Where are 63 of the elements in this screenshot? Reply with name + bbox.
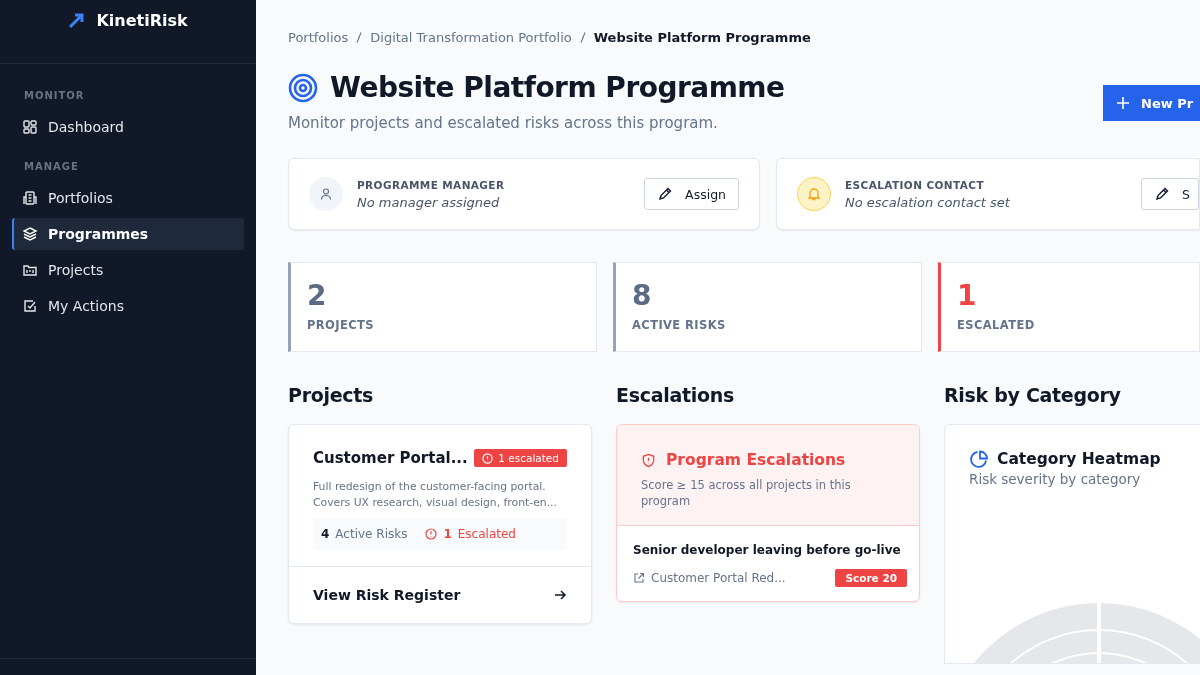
project-description: Full redesign of the customer-facing portal. Covers UX research, visual design, front-en... <box>313 479 558 511</box>
alert-icon <box>425 528 438 541</box>
contact-label: PROGRAMME MANAGER <box>357 178 506 191</box>
breadcrumb-separator <box>579 32 586 43</box>
project-name: Customer Portal... <box>313 449 468 467</box>
project-link[interactable]: Customer Portal Red... <box>633 571 786 585</box>
sidebar-item[interactable]: My Actions <box>12 290 244 322</box>
shield-icon <box>641 452 656 468</box>
risk-title: Senior developer leaving before go-live <box>633 542 902 559</box>
breadcrumb-link[interactable]: Digital Transformation Portfolio <box>370 30 572 45</box>
person-icon <box>309 177 343 211</box>
section-heading: MONITOR <box>23 89 86 103</box>
external-link-icon <box>633 572 645 584</box>
target-icon <box>288 72 318 103</box>
sidebar-item[interactable]: Programmes <box>12 218 244 250</box>
page-subtitle: Monitor projects and escalated risks across this program. <box>288 114 719 132</box>
breadcrumb-current: Website Platform Programme <box>593 30 811 45</box>
escalated-badge: 1 escalated <box>474 449 567 467</box>
plus-icon <box>1117 97 1129 109</box>
bell-icon <box>797 177 831 211</box>
sidebar-item[interactable]: Projects <box>12 254 244 286</box>
grid-icon <box>22 119 38 135</box>
arrow-logo-icon <box>68 11 87 29</box>
sidebar-item[interactable]: Portfolios <box>12 182 244 214</box>
escalated-count: 1 <box>443 527 452 542</box>
section-title: Escalations <box>616 384 735 406</box>
stat-label: ACTIVE RISKS <box>632 318 727 332</box>
breadcrumb-separator <box>356 32 363 43</box>
stat-value: 8 <box>632 279 653 312</box>
contact-label: ESCALATION CONTACT <box>845 178 985 191</box>
brand-name: KinetiRisk <box>96 10 188 30</box>
checkbox-icon <box>22 298 38 314</box>
contact-value: No manager assigned <box>357 194 501 210</box>
sidebar-item[interactable]: Dashboard <box>12 111 244 143</box>
pie-chart-icon <box>969 449 989 469</box>
section-heading: MANAGE <box>23 160 80 174</box>
edit-button[interactable]: S <box>1141 178 1199 210</box>
section-title: Risk by Category <box>944 384 1122 406</box>
pencil-icon <box>657 186 674 202</box>
stat-value: 1 <box>957 279 978 312</box>
escalated-label: Escalated <box>457 527 516 542</box>
card-subtitle: Risk severity by category <box>969 471 1142 487</box>
stat-label: ESCALATED <box>957 318 1036 332</box>
layers-icon <box>22 226 38 242</box>
risk-count: 4 <box>321 527 330 542</box>
stat-value: 2 <box>307 279 328 312</box>
page-title: Website Platform Programme <box>330 71 785 104</box>
contact-value: No escalation contact set <box>845 194 1011 210</box>
new-project-button[interactable]: New Pr <box>1103 85 1200 121</box>
panel-subtitle: Score ≥ 15 across all projects in this program <box>641 477 852 510</box>
folder-icon <box>22 262 38 278</box>
score-badge: Score 20 <box>835 569 907 587</box>
breadcrumb-link[interactable]: Portfolios <box>288 30 349 45</box>
pencil-icon <box>1154 186 1171 202</box>
panel-title: Program Escalations <box>666 451 846 469</box>
alert-icon <box>482 452 494 464</box>
edit-button[interactable]: Assign <box>644 178 739 210</box>
section-title: Projects <box>288 384 374 406</box>
card-title: Category Heatmap <box>997 450 1161 468</box>
risk-label: Active Risks <box>335 527 408 542</box>
stat-label: PROJECTS <box>307 318 375 332</box>
building-icon <box>22 190 38 206</box>
view-risk-register-link[interactable]: View Risk Register <box>289 566 591 624</box>
